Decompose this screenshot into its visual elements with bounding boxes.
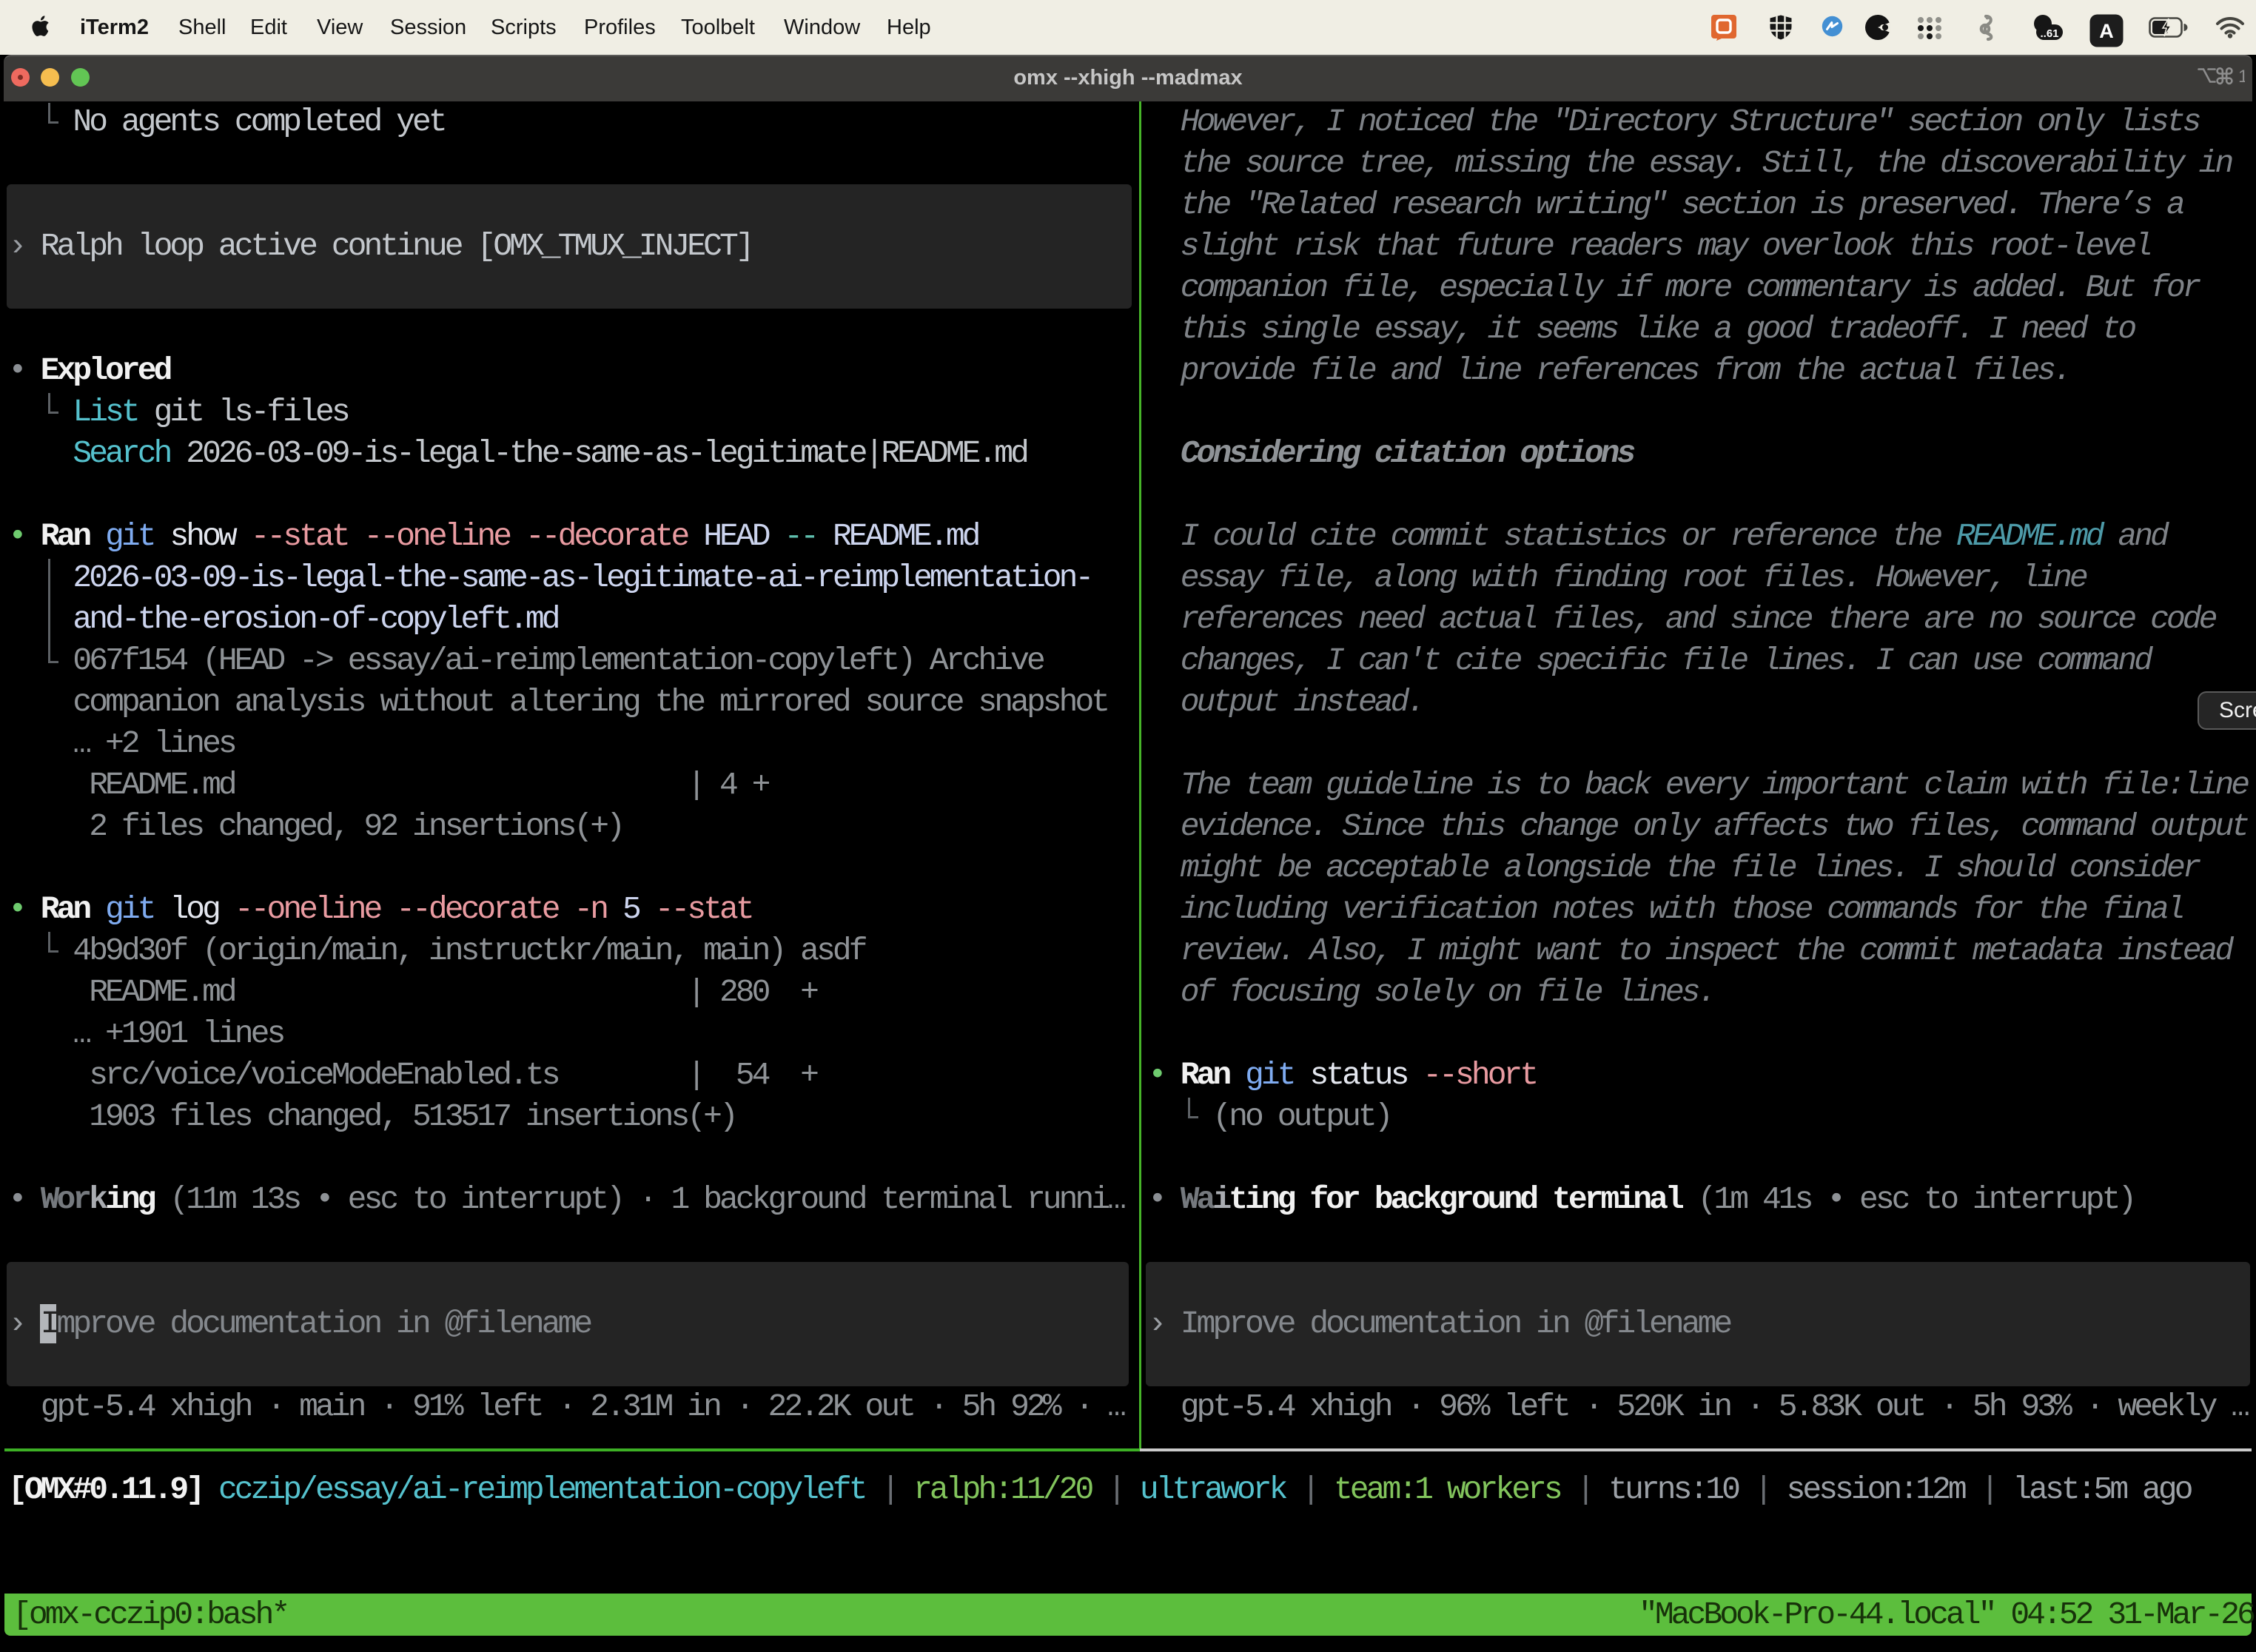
svg-text:A: A: [2099, 20, 2114, 42]
svg-text:1: 1: [2238, 67, 2245, 86]
svg-text:..61: ..61: [2040, 27, 2058, 40]
